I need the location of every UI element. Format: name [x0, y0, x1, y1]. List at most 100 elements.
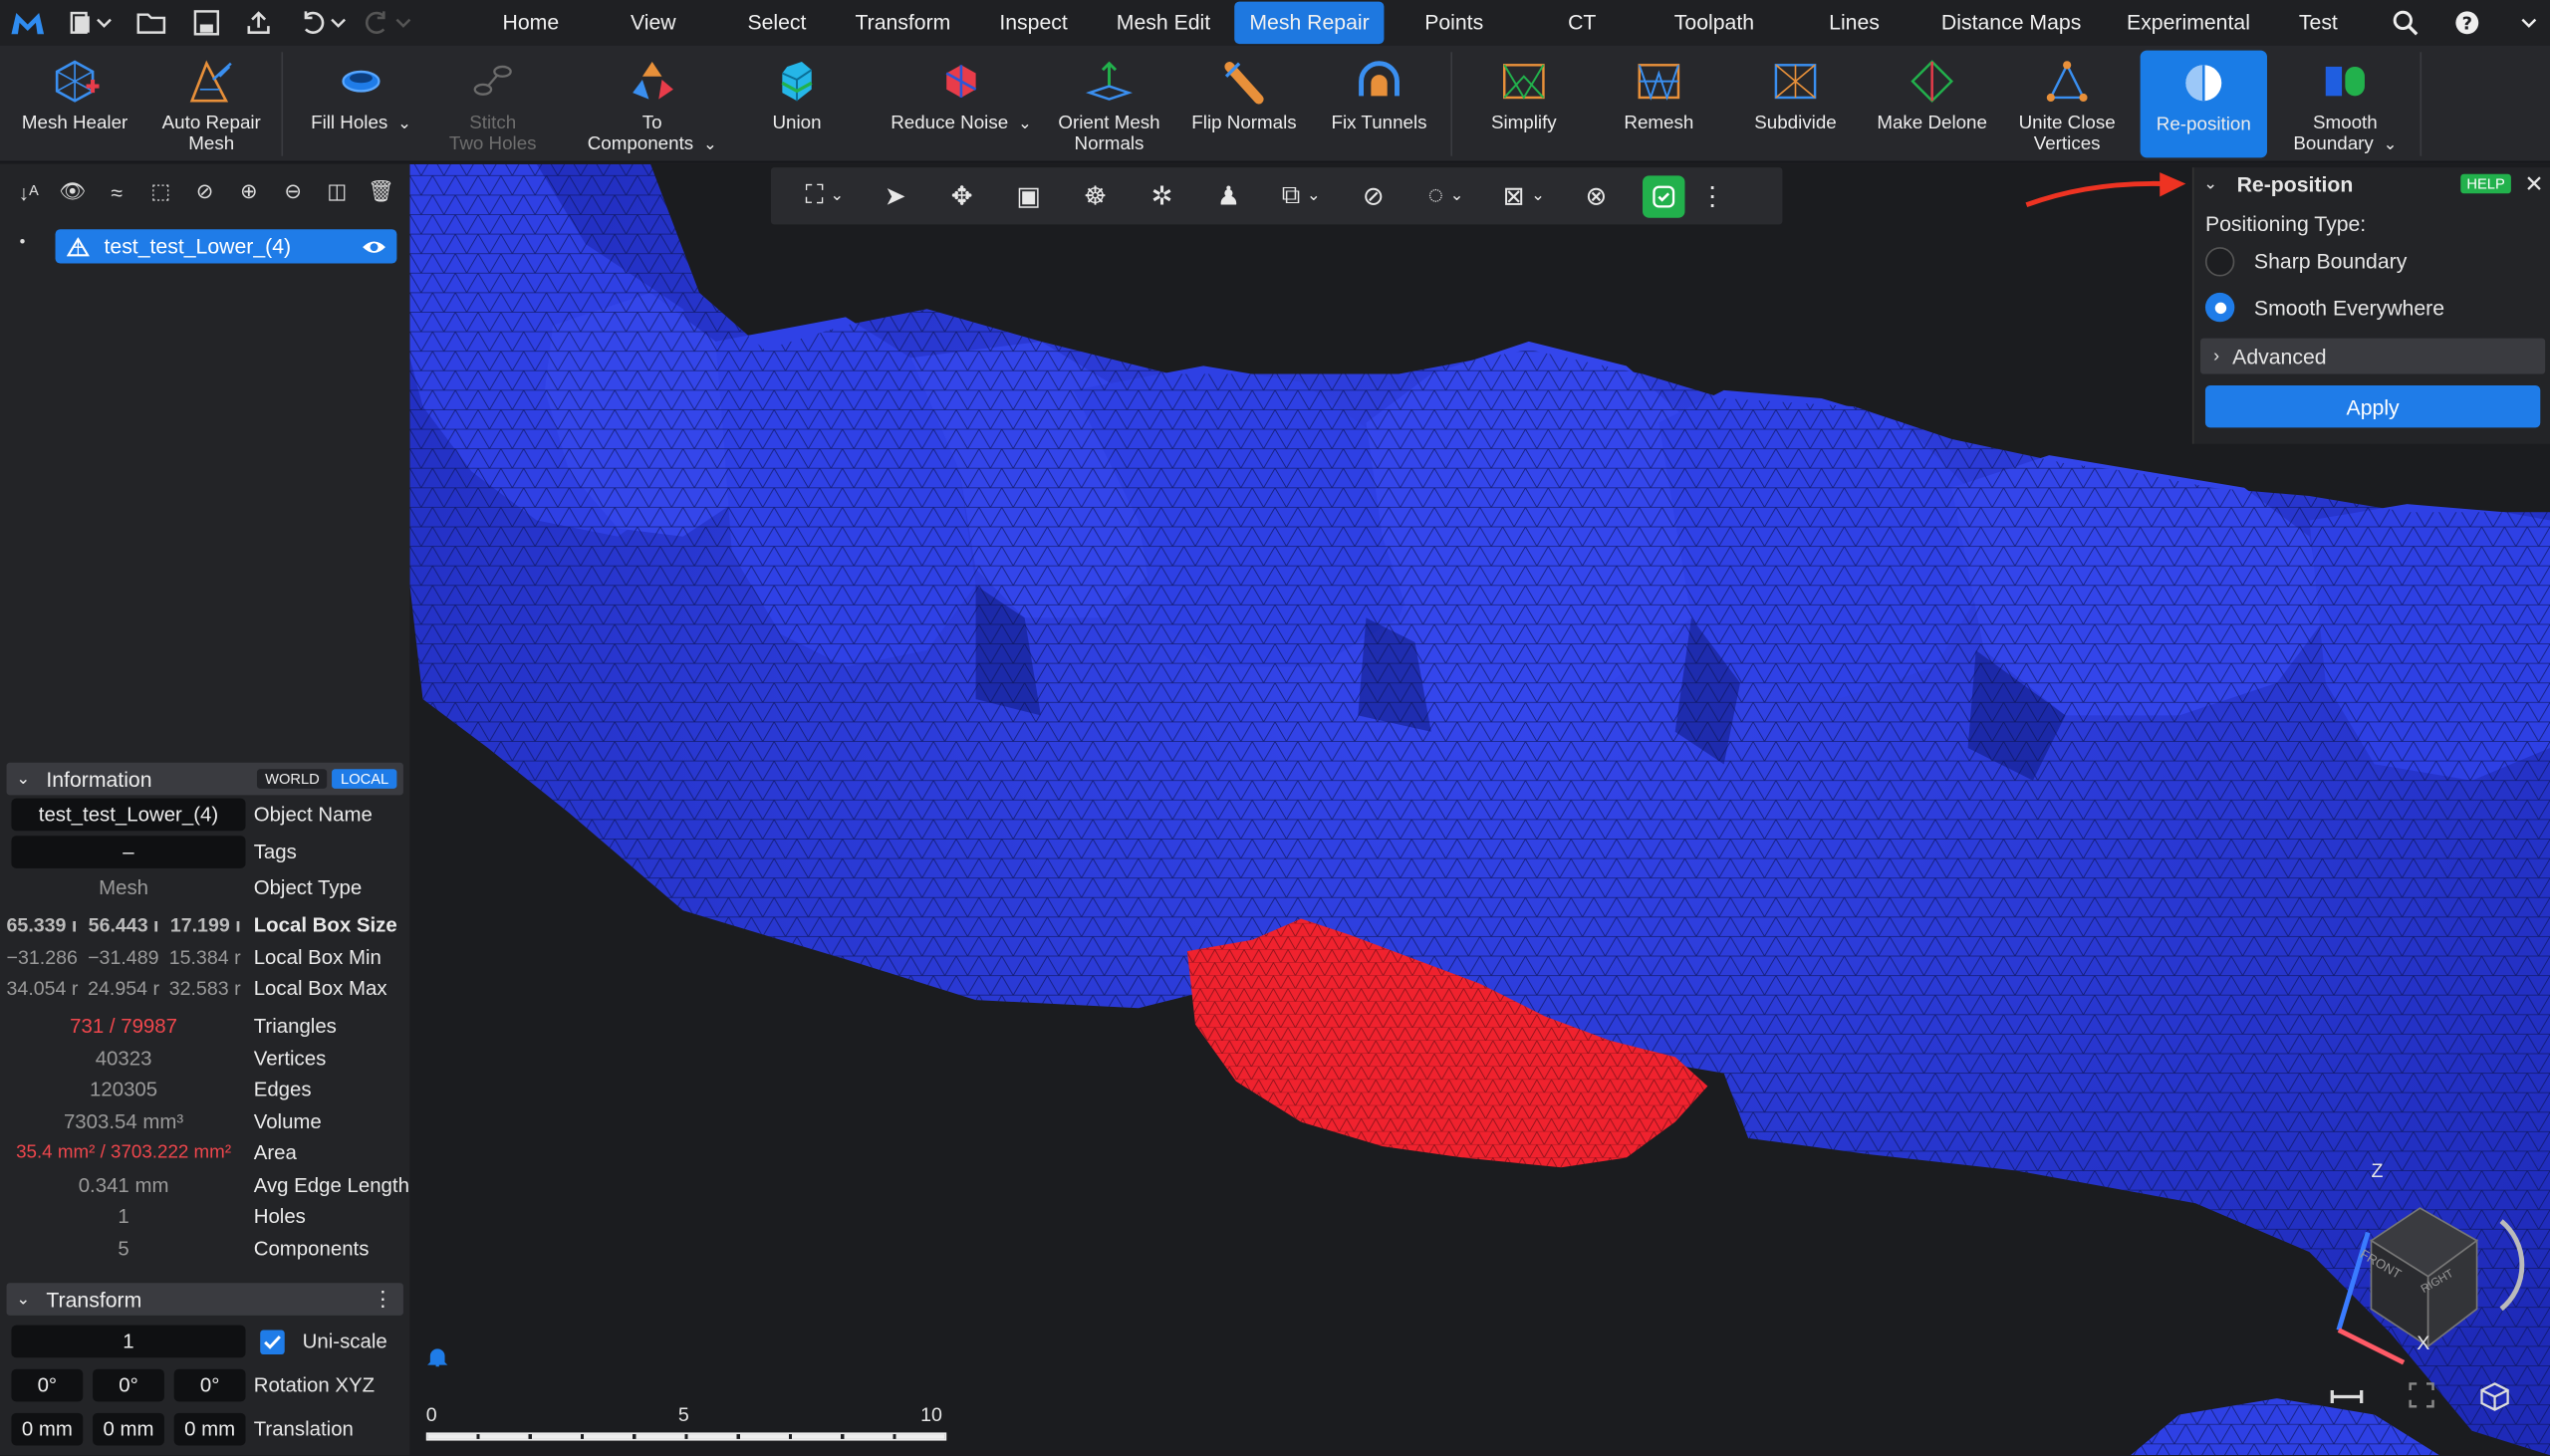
- select-all-icon[interactable]: ⬚: [144, 179, 177, 205]
- rotation-z-field[interactable]: 0°: [173, 1368, 246, 1402]
- chevron-down-icon[interactable]: ⌄: [1018, 114, 1032, 134]
- menu-item[interactable]: View: [616, 2, 690, 44]
- orbit-icon[interactable]: ☸: [1062, 179, 1129, 212]
- undo-icon[interactable]: [293, 5, 352, 41]
- menu-item[interactable]: Toolpath: [1659, 2, 1769, 44]
- tags-field[interactable]: –: [11, 836, 246, 868]
- menu-item[interactable]: Distance Maps: [1926, 2, 2096, 44]
- save-icon[interactable]: [188, 5, 224, 41]
- reposition-button[interactable]: Re-position: [2140, 50, 2267, 158]
- toolbar-more-icon[interactable]: ⋮: [1696, 179, 1729, 212]
- deselect-box-icon[interactable]: ⊠ ⌄: [1485, 179, 1563, 212]
- move-up-icon[interactable]: ⊕: [233, 179, 266, 205]
- deselect-icon[interactable]: ⊘: [188, 179, 221, 205]
- menu-item[interactable]: Home: [488, 2, 574, 44]
- advanced-section[interactable]: › Advanced: [2200, 338, 2546, 374]
- chevron-down-icon[interactable]: ⌄: [703, 135, 717, 156]
- menu-item[interactable]: Transform: [841, 2, 965, 44]
- export-icon[interactable]: [241, 5, 277, 41]
- help-button[interactable]: HELP: [2459, 173, 2512, 194]
- flip-normals-button[interactable]: Flip Normals: [1184, 49, 1305, 156]
- measure-icon[interactable]: [2329, 1387, 2365, 1407]
- select-cursor-icon[interactable]: ➤: [862, 179, 928, 212]
- search-icon[interactable]: [2388, 5, 2423, 41]
- menu-item[interactable]: Experimental: [2112, 2, 2264, 44]
- scale-ruler: [425, 1432, 947, 1441]
- open-folder-icon[interactable]: [133, 5, 169, 41]
- lasso-icon[interactable]: ◌ ⌄: [1406, 181, 1484, 210]
- hide-icon[interactable]: ≈: [101, 179, 133, 203]
- help-icon[interactable]: ?: [2449, 5, 2485, 41]
- move-icon[interactable]: ✥: [928, 179, 995, 212]
- unite-close-vertices-button[interactable]: Unite Close Vertices: [2007, 49, 2128, 156]
- mesh-healer-button[interactable]: Mesh Healer: [10, 49, 140, 156]
- split-icon[interactable]: ◫: [321, 179, 354, 205]
- app-logo-icon[interactable]: [10, 5, 46, 41]
- make-delone-button[interactable]: Make Delone: [1871, 49, 1994, 156]
- confirm-tool-icon[interactable]: [1630, 174, 1696, 217]
- fix-tunnels-button[interactable]: Fix Tunnels: [1321, 49, 1438, 156]
- fill-holes-button[interactable]: Fill Holes ⌄: [299, 49, 422, 156]
- object-name-field[interactable]: test_test_Lower_(4): [11, 798, 246, 832]
- new-document-icon[interactable]: [62, 5, 121, 41]
- fit-view-icon[interactable]: [2407, 1380, 2435, 1409]
- menu-item[interactable]: CT: [1553, 2, 1611, 44]
- disable-icon[interactable]: ⊗: [1563, 179, 1630, 212]
- panel-header[interactable]: ⌄ Re-position HELP ✕: [2194, 167, 2550, 200]
- world-toggle[interactable]: WORLD: [256, 769, 328, 789]
- translation-z-field[interactable]: 0 mm: [173, 1412, 246, 1446]
- box-select-icon[interactable]: ⧉ ⌄: [1262, 181, 1340, 210]
- menu-item[interactable]: Lines: [1814, 2, 1894, 44]
- simplify-button[interactable]: Simplify: [1467, 49, 1581, 156]
- mesh-select-icon[interactable]: ✲: [1129, 179, 1195, 212]
- tree-item-selected[interactable]: test_test_Lower_(4): [55, 229, 397, 264]
- chevron-down-icon[interactable]: ⌄: [397, 114, 411, 134]
- menu-item-active[interactable]: Mesh Repair: [1234, 1, 1385, 45]
- rotation-y-field[interactable]: 0°: [93, 1368, 164, 1402]
- uniscale-checkbox[interactable]: [260, 1330, 285, 1355]
- close-icon[interactable]: ✕: [2524, 170, 2543, 198]
- collapse-chevron-icon[interactable]: ⌄: [2203, 175, 2217, 193]
- collapse-chevron-icon[interactable]: ⌄: [16, 1291, 30, 1309]
- visibility-eye-icon[interactable]: [361, 238, 386, 254]
- to-components-button[interactable]: To Components ⌄: [579, 49, 725, 156]
- transform-header[interactable]: ⌄ Transform ⋮: [6, 1283, 403, 1316]
- local-toggle[interactable]: LOCAL: [332, 769, 397, 789]
- orient-mesh-normals-button[interactable]: Orient Mesh Normals: [1047, 49, 1170, 156]
- reduce-noise-button[interactable]: Reduce Noise ⌄: [888, 49, 1034, 156]
- more-options-icon[interactable]: ⋮: [373, 1286, 393, 1312]
- rotation-x-field[interactable]: 0°: [11, 1368, 84, 1402]
- subdivide-button[interactable]: Subdivide: [1740, 49, 1851, 156]
- paint-select-icon[interactable]: ▣: [995, 179, 1062, 212]
- view-cube-icon[interactable]: [2478, 1380, 2511, 1413]
- information-header[interactable]: ⌄ Information WORLD LOCAL: [6, 762, 403, 796]
- redo-icon[interactable]: [358, 5, 416, 41]
- notification-bell-icon[interactable]: [426, 1346, 449, 1369]
- menu-item[interactable]: Inspect: [985, 2, 1083, 44]
- chevron-down-icon[interactable]: ⌄: [2384, 135, 2398, 156]
- show-icon[interactable]: 👁: [57, 179, 90, 205]
- menu-item[interactable]: Select: [733, 2, 821, 44]
- collapse-chevron-icon[interactable]: ⌄: [16, 770, 30, 788]
- translation-y-field[interactable]: 0 mm: [93, 1412, 164, 1446]
- brush-icon[interactable]: ♟: [1195, 179, 1262, 212]
- sharp-boundary-radio[interactable]: [2204, 247, 2235, 277]
- menu-item[interactable]: Points: [1409, 2, 1497, 44]
- more-menu-icon[interactable]: [2508, 5, 2550, 41]
- menu-item[interactable]: Test: [2284, 2, 2352, 44]
- remesh-button[interactable]: Remesh: [1604, 49, 1714, 156]
- smooth-everywhere-radio[interactable]: [2204, 292, 2235, 323]
- hide-faces-icon[interactable]: ⊘: [1340, 179, 1406, 212]
- menu-item[interactable]: Mesh Edit: [1102, 2, 1225, 44]
- sort-icon[interactable]: ↓ᴬ: [12, 179, 45, 203]
- translation-x-field[interactable]: 0 mm: [11, 1412, 84, 1446]
- apply-button[interactable]: Apply: [2204, 384, 2541, 428]
- delete-icon[interactable]: 🗑: [365, 179, 397, 205]
- scale-field[interactable]: 1: [11, 1325, 246, 1358]
- move-down-icon[interactable]: ⊖: [277, 179, 310, 205]
- checkmark-icon: [264, 1335, 281, 1349]
- smooth-boundary-button[interactable]: Smooth Boundary ⌄: [2280, 49, 2411, 156]
- union-button[interactable]: Union: [735, 49, 859, 156]
- frame-selection-icon[interactable]: ⛶ ⌄: [787, 181, 862, 210]
- auto-repair-mesh-button[interactable]: Auto Repair Mesh: [146, 49, 277, 156]
